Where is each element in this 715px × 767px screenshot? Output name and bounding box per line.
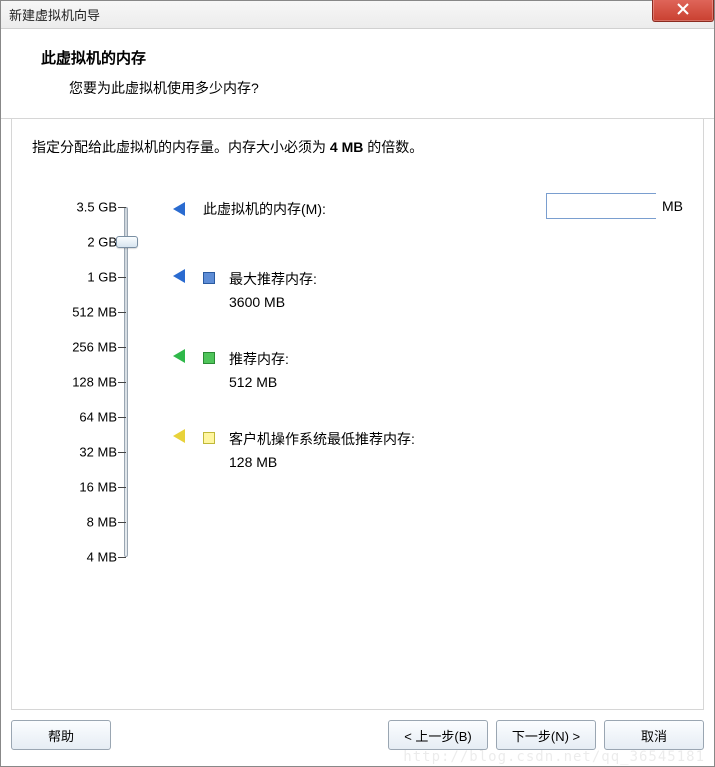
instruction-post: 的倍数。 — [363, 139, 423, 155]
legend-value: 512 MB — [229, 372, 289, 393]
page-subtitle: 您要为此虚拟机使用多少内存? — [69, 78, 702, 98]
instruction-bold: 4 MB — [330, 139, 363, 155]
legend-title: 推荐内存: — [229, 349, 289, 370]
slider-tick — [118, 522, 126, 523]
slider-tick — [118, 557, 126, 558]
instruction-pre: 指定分配给此虚拟机的内存量。内存大小必须为 — [32, 139, 330, 155]
slider-tick — [118, 452, 126, 453]
back-button[interactable]: < 上一步(B) — [388, 720, 488, 750]
blue-square-icon — [203, 272, 215, 284]
current-marker-icon — [173, 202, 185, 216]
memory-spinner[interactable]: ▲ ▼ — [546, 193, 656, 219]
instruction-text: 指定分配给此虚拟机的内存量。内存大小必须为 4 MB 的倍数。 — [32, 137, 683, 157]
slider-tick-label: 2 GB — [87, 235, 117, 250]
legend-title: 客户机操作系统最低推荐内存: — [229, 429, 415, 450]
blue-triangle-icon — [173, 269, 185, 283]
slider-tick — [118, 417, 126, 418]
cancel-button[interactable]: 取消 — [604, 720, 704, 750]
slider-tick — [118, 277, 126, 278]
slider-tick-label: 1 GB — [87, 270, 117, 285]
slider-tick-label: 8 MB — [87, 515, 117, 530]
slider-tick-label: 64 MB — [79, 410, 117, 425]
close-icon — [677, 3, 689, 15]
legend-value: 3600 MB — [229, 292, 317, 313]
wizard-header: 此虚拟机的内存 您要为此虚拟机使用多少内存? — [1, 29, 714, 119]
slider-tick-label: 16 MB — [79, 480, 117, 495]
memory-field-row: 此虚拟机的内存(M): ▲ ▼ MB — [173, 199, 683, 219]
memory-unit: MB — [662, 198, 683, 214]
titlebar: 新建虚拟机向导 — [1, 1, 714, 29]
green-triangle-icon — [173, 349, 185, 363]
green-square-icon — [203, 352, 215, 364]
yellow-triangle-icon — [173, 429, 185, 443]
watermark: http://blog.csdn.net/qq_36545181 — [403, 749, 705, 765]
legend-title: 最大推荐内存: — [229, 269, 317, 290]
slider-tick-label: 256 MB — [72, 340, 117, 355]
help-button[interactable]: 帮助 — [11, 720, 111, 750]
yellow-square-icon — [203, 432, 215, 444]
slider-tick — [118, 207, 126, 208]
close-button[interactable] — [652, 0, 714, 22]
legend-item-green: 推荐内存:512 MB — [173, 349, 683, 393]
slider-thumb[interactable] — [116, 236, 138, 248]
legend-item-yellow: 客户机操作系统最低推荐内存:128 MB — [173, 429, 683, 473]
legend-value: 128 MB — [229, 452, 415, 473]
page-title: 此虚拟机的内存 — [41, 47, 702, 68]
window-title: 新建虚拟机向导 — [9, 5, 100, 24]
legend-item-blue: 最大推荐内存:3600 MB — [173, 269, 683, 313]
memory-slider[interactable]: 3.5 GB 2 GB 1 GB 512 MB 256 MB 128 MB 64 MB 32 … — [32, 199, 147, 569]
slider-tick-label: 4 MB — [87, 550, 117, 565]
slider-tick-label: 32 MB — [79, 445, 117, 460]
slider-tick — [118, 312, 126, 313]
memory-field-label: 此虚拟机的内存(M): — [203, 199, 326, 219]
slider-tick — [118, 347, 126, 348]
slider-tick — [118, 382, 126, 383]
next-button[interactable]: 下一步(N) > — [496, 720, 596, 750]
wizard-window: 新建虚拟机向导 此虚拟机的内存 您要为此虚拟机使用多少内存? 指定分配给此虚拟机… — [0, 0, 715, 767]
slider-tick — [118, 487, 126, 488]
slider-tick-label: 128 MB — [72, 375, 117, 390]
slider-tick-label: 512 MB — [72, 305, 117, 320]
wizard-body: 指定分配给此虚拟机的内存量。内存大小必须为 4 MB 的倍数。 3.5 GB 2 … — [11, 119, 704, 710]
slider-tick-label: 3.5 GB — [77, 200, 117, 215]
